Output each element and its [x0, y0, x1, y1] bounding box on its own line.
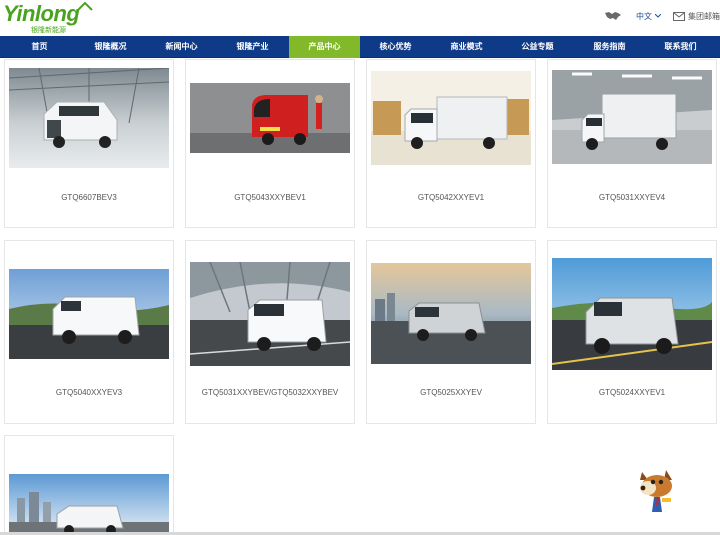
product-card[interactable]: GTQ5040XXYEV3 — [4, 240, 174, 424]
nav-public-welfare[interactable]: 公益专题 — [502, 36, 573, 58]
product-card[interactable]: GTQ5024XXYEV1 — [547, 240, 717, 424]
yinlong-logo[interactable]: Yinlong 银隆新能源 — [3, 1, 93, 34]
nav-about[interactable]: 银隆概况 — [75, 36, 146, 58]
mascot-chat-widget[interactable] — [632, 466, 682, 516]
group-mail-label: 集团邮箱 — [688, 11, 720, 21]
logo-subtitle: 银隆新能源 — [31, 27, 66, 34]
product-model[interactable]: GTQ5040XXYEV3 — [5, 388, 173, 397]
nav-home[interactable]: 首页 — [4, 36, 75, 58]
nav-news[interactable]: 新闻中心 — [146, 36, 217, 58]
product-card[interactable]: GTQ5042XXYEV1 — [366, 59, 536, 228]
nav-advantages[interactable]: 核心优势 — [360, 36, 431, 58]
product-model[interactable]: GTQ6607BEV3 — [5, 193, 173, 202]
world-map-icon[interactable] — [604, 10, 622, 22]
mail-icon — [673, 11, 685, 21]
product-image[interactable] — [371, 263, 531, 364]
language-selector[interactable]: 中文 — [636, 11, 661, 22]
product-card[interactable] — [4, 435, 174, 535]
product-image[interactable] — [190, 262, 350, 366]
product-card[interactable]: GTQ5025XXYEV — [366, 240, 536, 424]
chevron-down-icon — [655, 14, 661, 18]
product-image[interactable] — [9, 474, 169, 534]
main-nav: 首页 银隆概况 新闻中心 银隆产业 产品中心 核心优势 商业模式 公益专题 服务… — [0, 36, 720, 58]
product-card[interactable]: GTQ5043XXYBEV1 — [185, 59, 355, 228]
site-header: Yinlong 银隆新能源 中文 集团邮箱 — [0, 0, 720, 36]
product-image[interactable] — [552, 70, 712, 164]
product-model[interactable]: GTQ5031XXYBEV/GTQ5032XXYBEV — [186, 388, 354, 397]
nav-business-model[interactable]: 商业模式 — [431, 36, 502, 58]
product-model[interactable]: GTQ5024XXYEV1 — [548, 388, 716, 397]
nav-industry[interactable]: 银隆产业 — [217, 36, 288, 58]
product-model[interactable]: GTQ5025XXYEV — [367, 388, 535, 397]
nav-products[interactable]: 产品中心 — [289, 36, 360, 58]
product-image[interactable] — [190, 83, 350, 153]
language-label: 中文 — [636, 11, 652, 21]
group-mail-link[interactable]: 集团邮箱 — [673, 11, 720, 22]
product-image[interactable] — [9, 68, 169, 168]
product-image[interactable] — [552, 258, 712, 370]
logo-arrow-icon — [77, 1, 93, 11]
product-card[interactable]: GTQ5031XXYEV4 — [547, 59, 717, 228]
product-model[interactable]: GTQ5042XXYEV1 — [367, 193, 535, 202]
header-tools: 中文 集团邮箱 — [604, 8, 720, 24]
nav-service-guide[interactable]: 服务指南 — [574, 36, 645, 58]
product-model[interactable]: GTQ5031XXYEV4 — [548, 193, 716, 202]
nav-contact[interactable]: 联系我们 — [645, 36, 716, 58]
mascot-icon — [640, 470, 672, 512]
product-card[interactable]: GTQ6607BEV3 — [4, 59, 174, 228]
product-card[interactable]: GTQ5031XXYBEV/GTQ5032XXYBEV — [185, 240, 355, 424]
logo-text: Yinlong — [3, 1, 80, 26]
product-image[interactable] — [371, 71, 531, 165]
product-model[interactable]: GTQ5043XXYBEV1 — [186, 193, 354, 202]
product-image[interactable] — [9, 269, 169, 359]
